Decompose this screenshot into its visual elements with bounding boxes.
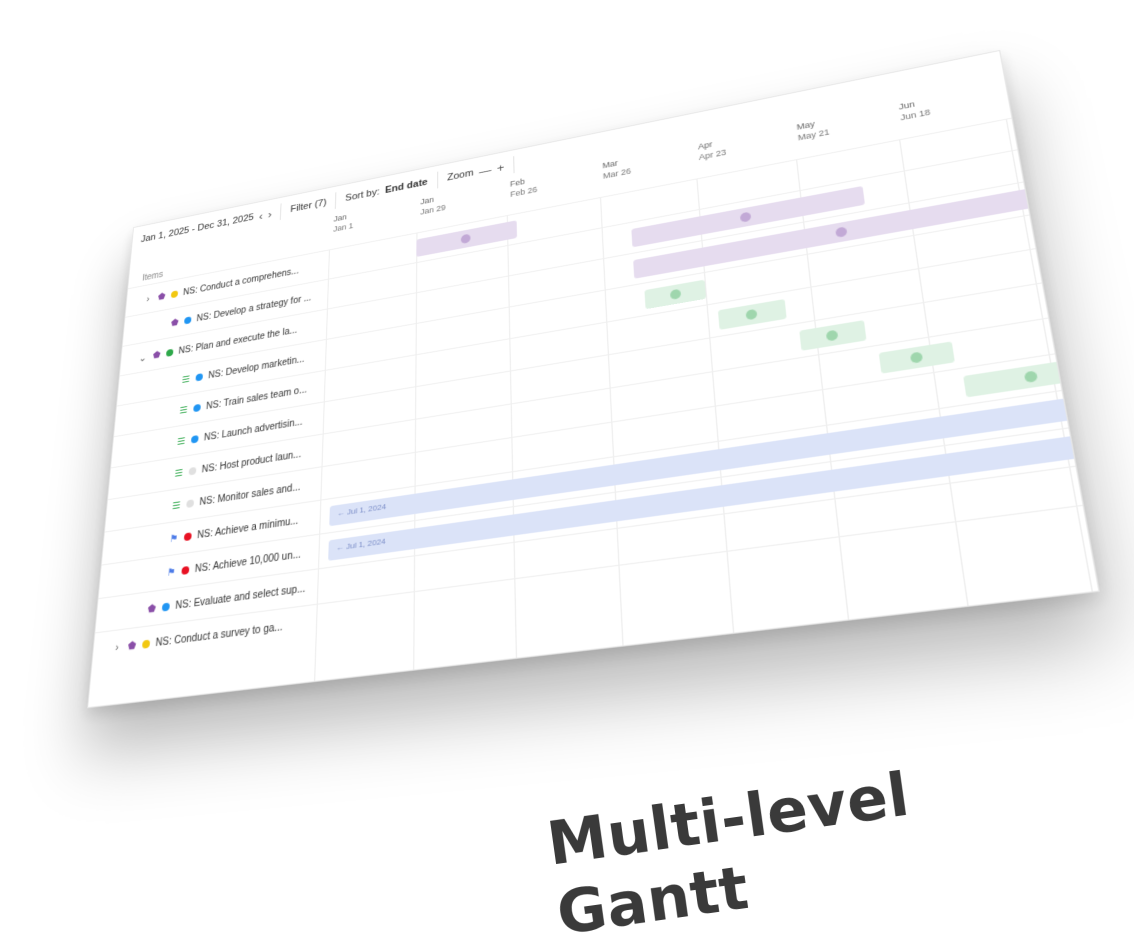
gantt-bar[interactable] <box>799 320 867 351</box>
filter-button[interactable]: Filter (7) <box>281 196 335 217</box>
status-dot <box>193 403 201 413</box>
bar-handle[interactable] <box>745 308 758 321</box>
item-title[interactable]: NS: Conduct a survey to ga... <box>155 621 283 649</box>
pin-icon: ⬟ <box>127 639 137 653</box>
flag-icon: ⚑ <box>169 532 179 545</box>
pin-icon: ⬟ <box>170 317 179 329</box>
sort-prefix: Sort by: <box>345 186 380 204</box>
bar-start-date: ← Jul 1, 2024 <box>336 501 387 519</box>
chevron-down-icon[interactable]: ⌄ <box>138 351 148 364</box>
status-dot <box>141 639 151 649</box>
flag-icon: ⚑ <box>166 566 176 579</box>
checklist-icon: ☰ <box>181 374 191 386</box>
item-title[interactable]: NS: Achieve 10,000 un... <box>194 549 301 575</box>
status-dot <box>184 316 192 325</box>
sort-value: End date <box>384 176 428 196</box>
status-dot <box>181 565 190 575</box>
bar-handle[interactable] <box>1024 370 1039 383</box>
bar-handle[interactable] <box>739 211 752 223</box>
status-dot <box>161 602 170 612</box>
scene: Jan 1, 2025 - Dec 31, 2025 ‹ › Filter (7… <box>20 0 1120 949</box>
bar-start-date: ← Jul 1, 2024 <box>335 536 386 553</box>
checklist-icon: ☰ <box>176 435 186 448</box>
status-dot <box>170 290 179 299</box>
item-title[interactable]: NS: Monitor sales and... <box>199 482 300 508</box>
date-range-label: Jan 1, 2025 - Dec 31, 2025 <box>140 212 255 245</box>
gantt-bar[interactable] <box>644 279 707 310</box>
date-range[interactable]: Jan 1, 2025 - Dec 31, 2025 ‹ › <box>132 206 281 248</box>
status-dot <box>183 532 192 542</box>
bar-handle[interactable] <box>669 288 681 301</box>
bar-handle[interactable] <box>461 233 471 245</box>
pin-icon: ⬟ <box>152 349 161 361</box>
status-dot <box>195 373 204 382</box>
status-dot <box>190 434 199 444</box>
gantt-bar[interactable] <box>879 341 955 374</box>
bar-handle[interactable] <box>835 226 848 238</box>
filter-label: Filter (7) <box>290 197 327 215</box>
caption: Multi-level Gantt <box>543 759 914 949</box>
chevron-left-icon[interactable]: ‹ <box>259 209 263 222</box>
pin-icon: ⬟ <box>147 602 157 616</box>
status-dot <box>188 466 197 476</box>
zoom-label: Zoom <box>447 167 474 184</box>
chevron-right-icon[interactable]: › <box>143 293 152 305</box>
bar-handle[interactable] <box>910 351 924 364</box>
pin-icon: ⬟ <box>157 291 166 303</box>
status-dot <box>186 499 195 509</box>
chevron-right-icon[interactable]: › <box>268 207 272 220</box>
bar-handle[interactable] <box>826 329 839 342</box>
toolbar-divider <box>513 155 515 174</box>
checklist-icon: ☰ <box>174 467 184 480</box>
checklist-icon: ☰ <box>179 404 188 416</box>
zoom-in-button[interactable]: + <box>497 160 504 174</box>
zoom-out-button[interactable]: — <box>479 163 491 178</box>
item-title[interactable]: NS: Achieve a minimu... <box>197 515 299 541</box>
checklist-icon: ☰ <box>171 499 181 512</box>
chevron-right-icon[interactable]: › <box>112 641 122 655</box>
status-dot <box>165 348 174 357</box>
gantt-panel: Jan 1, 2025 - Dec 31, 2025 ‹ › Filter (7… <box>87 49 1100 709</box>
